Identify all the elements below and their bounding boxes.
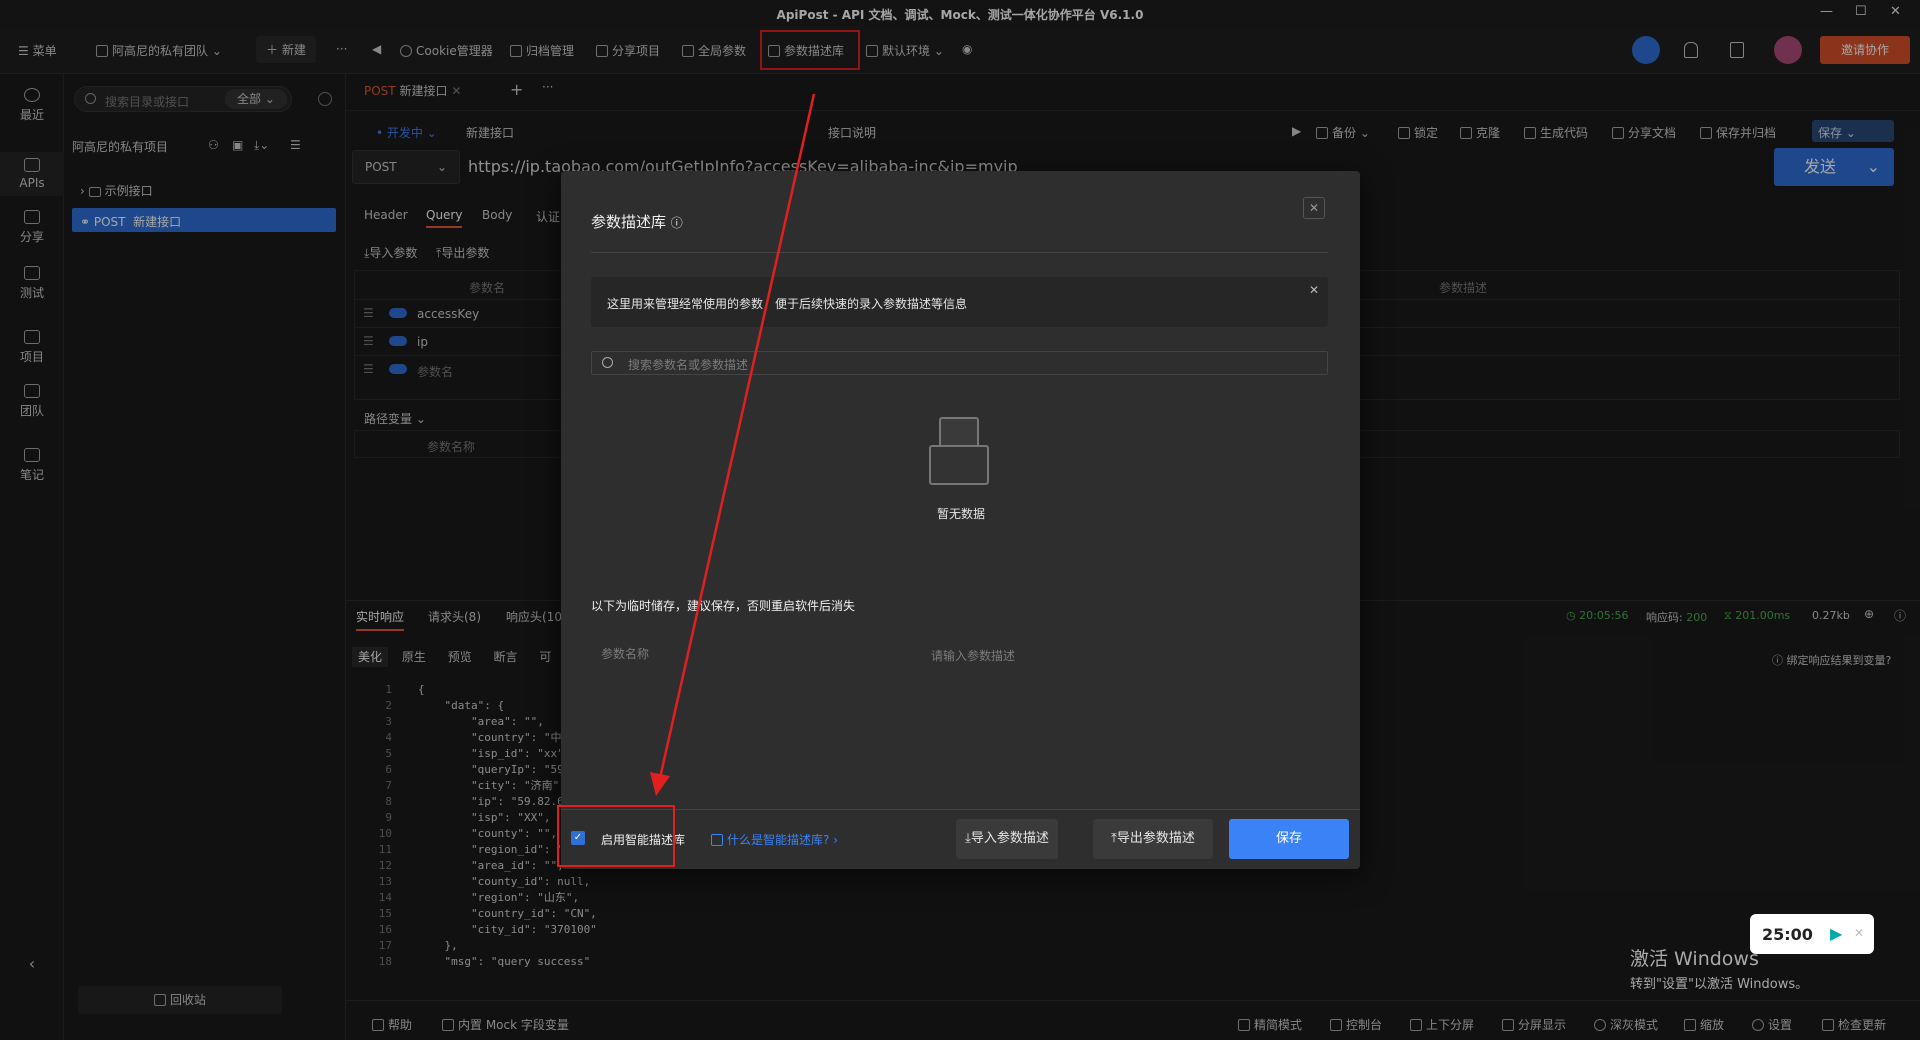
play-icon[interactable]: ▶ — [1830, 924, 1842, 943]
annotation-arrow — [650, 93, 816, 796]
timer-value: 25:00 — [1762, 925, 1813, 944]
activation-watermark: 激活 Windows 转到"设置"以激活 Windows。 — [1630, 944, 1808, 992]
watermark-line2: 转到"设置"以激活 Windows。 — [1630, 977, 1809, 992]
watermark-line1: 激活 Windows — [1630, 948, 1759, 970]
timer-close-icon[interactable]: ✕ — [1854, 926, 1864, 940]
